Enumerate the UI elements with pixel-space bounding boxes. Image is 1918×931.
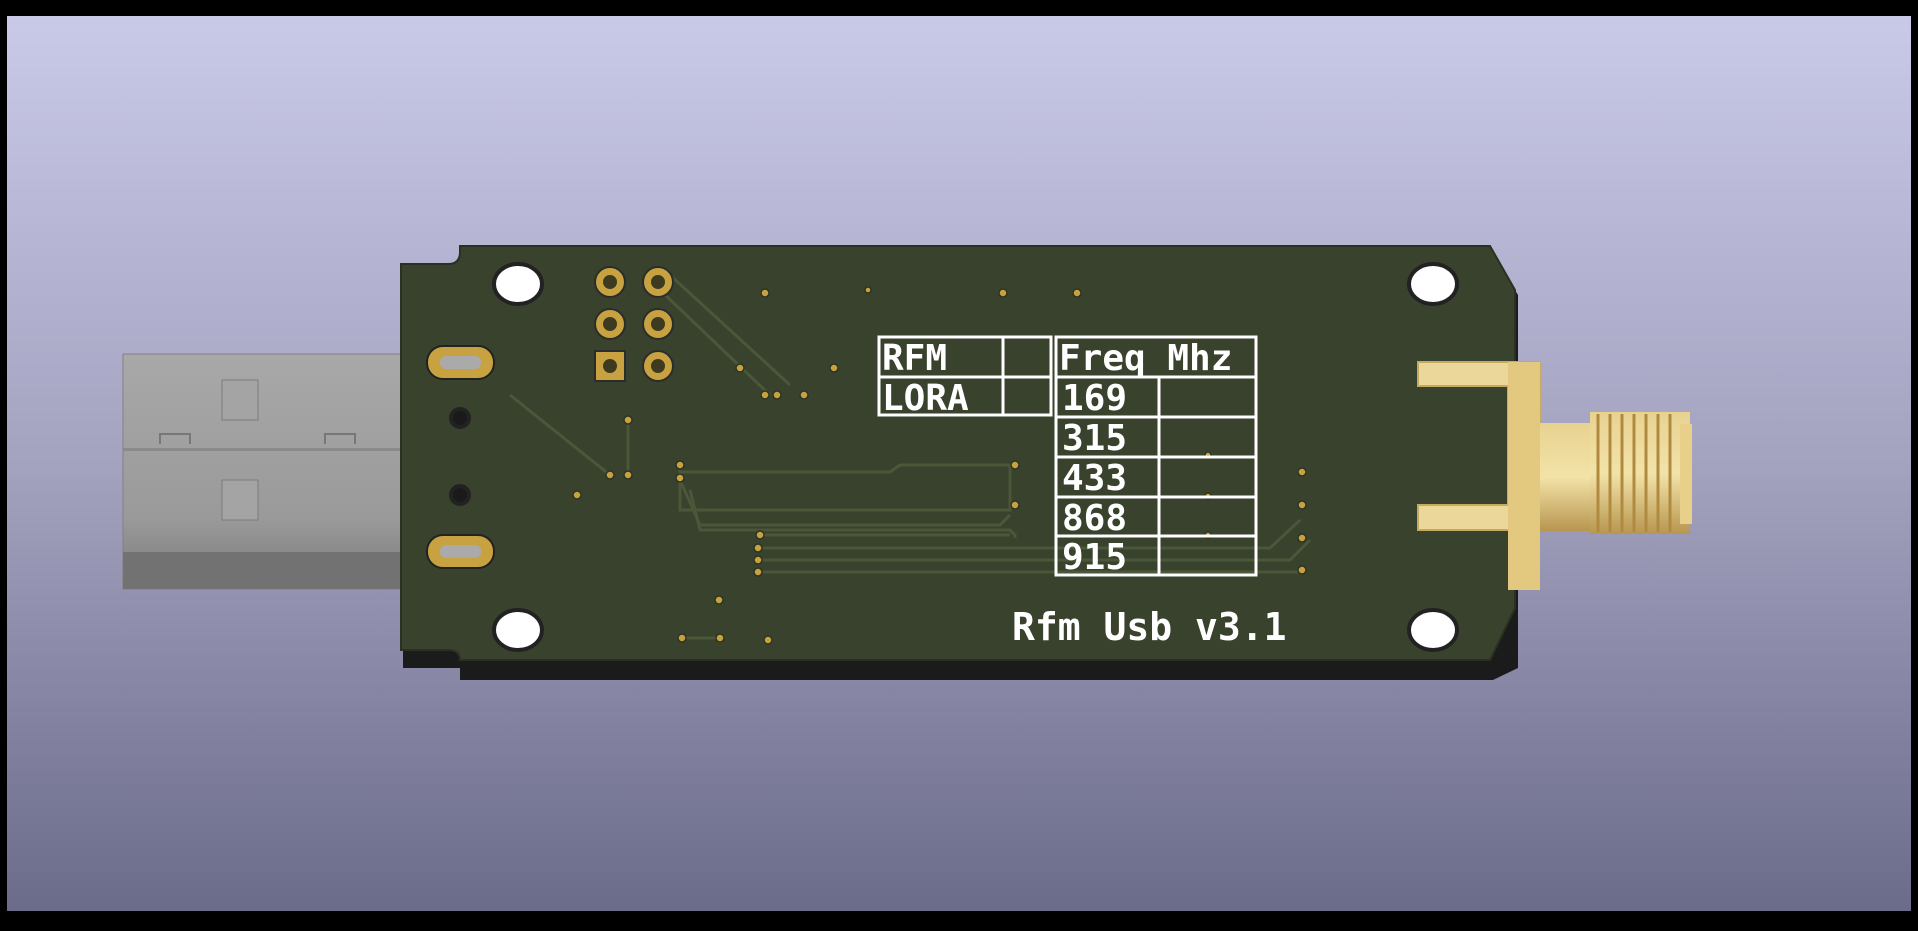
board-title: Rfm Usb v3.1 bbox=[1012, 605, 1287, 649]
freq-table-header: Freq Mhz bbox=[1059, 338, 1232, 379]
freq-value: 169 bbox=[1062, 378, 1127, 419]
3d-viewer-viewport[interactable]: RFM LORA Freq Mhz 169 315 433 868 915 Rf… bbox=[0, 0, 1918, 927]
module-row-rfm: RFM bbox=[882, 338, 947, 379]
usb-a-connector bbox=[122, 353, 404, 590]
pcb-board bbox=[400, 245, 1516, 661]
freq-value: 915 bbox=[1062, 537, 1127, 578]
freq-value: 433 bbox=[1062, 458, 1127, 499]
freq-value: 315 bbox=[1062, 418, 1127, 459]
freq-value: 868 bbox=[1062, 498, 1127, 539]
module-row-lora: LORA bbox=[882, 378, 969, 419]
